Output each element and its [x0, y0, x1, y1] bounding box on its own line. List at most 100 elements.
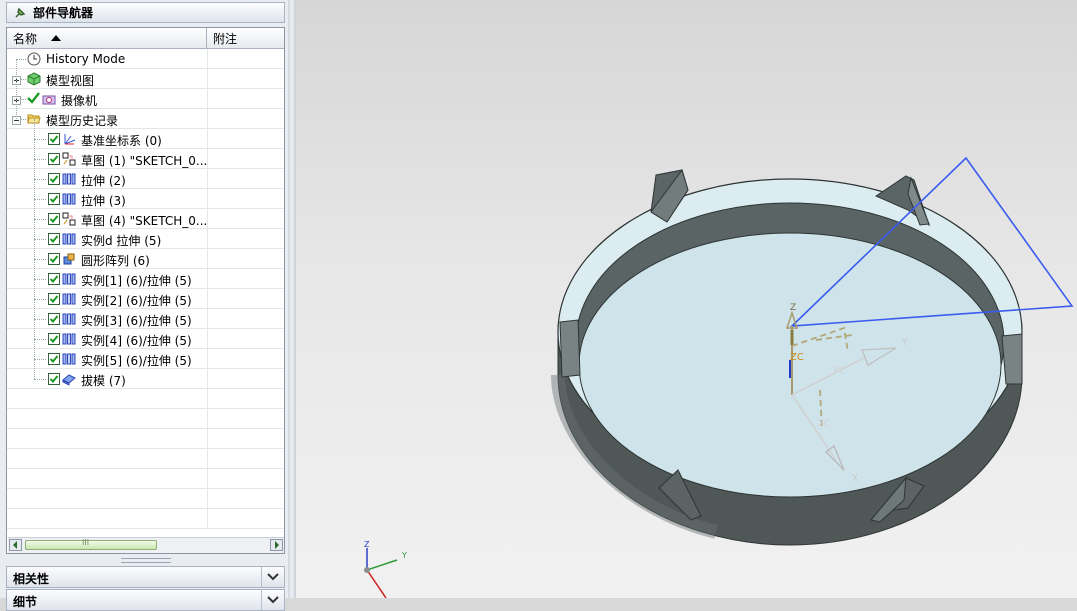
csys-zc-label: ZC — [790, 352, 804, 363]
tree-item-label: 实例[4] (6)/拉伸 (5) — [81, 334, 192, 348]
tree-row[interactable]: History Mode — [7, 49, 284, 69]
column-divider — [207, 389, 208, 409]
scroll-right-button[interactable] — [270, 539, 283, 551]
horizontal-scrollbar[interactable]: III — [8, 537, 284, 553]
part-navigator-panel: 部件导航器 名称 附注 History Mode 模型视图摄像机 模型历史记录 基准坐… — [0, 0, 296, 611]
tree-row[interactable]: 实例[3] (6)/拉伸 (5) — [7, 309, 284, 329]
navigator-pin-icon[interactable] — [13, 6, 27, 20]
datum-csys-icon — [62, 132, 76, 146]
tree-row[interactable]: 草图 (1) "SKETCH_0... — [7, 149, 284, 169]
part-navigator-header[interactable]: 部件导航器 — [6, 2, 285, 23]
tree-row[interactable]: 模型历史记录 — [7, 109, 284, 129]
tree-item-label: 圆形阵列 (6) — [81, 254, 150, 268]
tree-row-empty — [7, 509, 284, 529]
part-navigator-tree[interactable]: 名称 附注 History Mode 模型视图摄像机 模型历史记录 基准坐标系 (0)… — [6, 27, 285, 554]
tree-connector — [34, 179, 46, 180]
tree-row[interactable]: 圆形阵列 (6) — [7, 249, 284, 269]
tree-row[interactable]: 实例d 拉伸 (5) — [7, 229, 284, 249]
tree-connector — [34, 299, 46, 300]
tree-connector — [34, 159, 46, 160]
tree-column-header: 名称 附注 — [7, 28, 284, 49]
column-divider — [207, 409, 208, 429]
sketch-icon — [62, 152, 76, 166]
resource-bar-edge[interactable] — [288, 0, 296, 598]
column-divider — [207, 289, 208, 309]
chevron-down-icon[interactable] — [261, 590, 284, 610]
column-divider — [207, 489, 208, 509]
visibility-checkbox[interactable] — [48, 333, 60, 345]
tree-row[interactable]: 摄像机 — [7, 89, 284, 109]
visibility-checkbox[interactable] — [48, 213, 60, 225]
column-divider — [207, 189, 208, 209]
column-name-header[interactable]: 名称 — [7, 28, 207, 48]
tree-row[interactable]: 实例[2] (6)/拉伸 (5) — [7, 289, 284, 309]
column-divider — [207, 249, 208, 269]
tree-item-label: 实例[1] (6)/拉伸 (5) — [81, 274, 192, 288]
visibility-checkbox[interactable] — [48, 233, 60, 245]
tree-guide-line — [34, 119, 35, 379]
extrude-icon — [62, 312, 76, 326]
column-note-label: 附注 — [213, 31, 238, 46]
extrude-icon — [62, 332, 76, 346]
visibility-checkbox[interactable] — [48, 173, 60, 185]
chevron-down-icon[interactable] — [261, 567, 284, 587]
column-divider — [207, 469, 208, 489]
tree-connector — [34, 219, 46, 220]
tree-item-label: 实例[3] (6)/拉伸 (5) — [81, 314, 192, 328]
tree-connector — [16, 59, 26, 60]
details-panel-header[interactable]: 细节 — [6, 589, 285, 611]
extrude-icon — [62, 232, 76, 246]
csys-y-label: Y — [901, 338, 908, 348]
visibility-checkbox[interactable] — [48, 133, 60, 145]
column-note-header[interactable]: 附注 — [208, 28, 284, 48]
visibility-checkbox[interactable] — [48, 193, 60, 205]
tree-rows: History Mode 模型视图摄像机 模型历史记录 基准坐标系 (0) 草图 (1)… — [7, 49, 284, 529]
tree-row[interactable]: 拉伸 (3) — [7, 189, 284, 209]
tree-row[interactable]: 实例[1] (6)/拉伸 (5) — [7, 269, 284, 289]
dependencies-panel-header[interactable]: 相关性 — [6, 566, 285, 588]
tree-item-label: 实例d 拉伸 (5) — [81, 234, 162, 248]
column-divider — [207, 129, 208, 149]
column-divider — [207, 349, 208, 369]
scroll-left-button[interactable] — [9, 539, 22, 551]
scrollbar-grip: III — [82, 538, 90, 547]
tree-item-label: 草图 (1) "SKETCH_0... — [81, 154, 208, 168]
visible-check-icon[interactable] — [27, 92, 41, 106]
tree-row[interactable]: 实例[4] (6)/拉伸 (5) — [7, 329, 284, 349]
tree-item-label: 拔模 (7) — [81, 374, 126, 388]
tree-item-label: 摄像机 — [61, 94, 98, 108]
draft-icon — [62, 372, 76, 386]
visibility-checkbox[interactable] — [48, 293, 60, 305]
visibility-checkbox[interactable] — [48, 353, 60, 365]
tree-row[interactable]: 草图 (4) "SKETCH_0... — [7, 209, 284, 229]
visibility-checkbox[interactable] — [48, 273, 60, 285]
csys-xc-label: XC — [818, 419, 830, 429]
graphics-viewport[interactable]: Z ZC Y YC XC X Z Y — [296, 0, 1077, 598]
visibility-checkbox[interactable] — [48, 153, 60, 165]
tree-row[interactable]: 模型视图 — [7, 69, 284, 89]
tree-row[interactable]: 拔模 (7) — [7, 369, 284, 389]
extrude-icon — [62, 192, 76, 206]
tree-connector — [34, 239, 46, 240]
visibility-checkbox[interactable] — [48, 253, 60, 265]
splitter-grip — [121, 558, 171, 563]
extrude-icon — [62, 352, 76, 366]
view-triad: Z Y — [364, 540, 407, 598]
column-divider — [207, 449, 208, 469]
visibility-checkbox[interactable] — [48, 313, 60, 325]
column-divider — [207, 109, 208, 129]
extrude-icon — [62, 292, 76, 306]
model-view-icon — [27, 72, 41, 86]
tree-row[interactable]: 实例[5] (6)/拉伸 (5) — [7, 349, 284, 369]
tree-row[interactable]: 基准坐标系 (0) — [7, 129, 284, 149]
triad-z-label: Z — [364, 540, 370, 549]
visibility-checkbox[interactable] — [48, 373, 60, 385]
scrollbar-thumb[interactable]: III — [25, 538, 157, 550]
camera-icon — [42, 92, 56, 106]
panel-splitter[interactable] — [6, 556, 285, 564]
column-divider — [207, 89, 208, 109]
tree-row[interactable]: 拉伸 (2) — [7, 169, 284, 189]
tree-connector — [34, 359, 46, 360]
tree-row-empty — [7, 449, 284, 469]
tree-item-label: 模型视图 — [46, 74, 95, 88]
